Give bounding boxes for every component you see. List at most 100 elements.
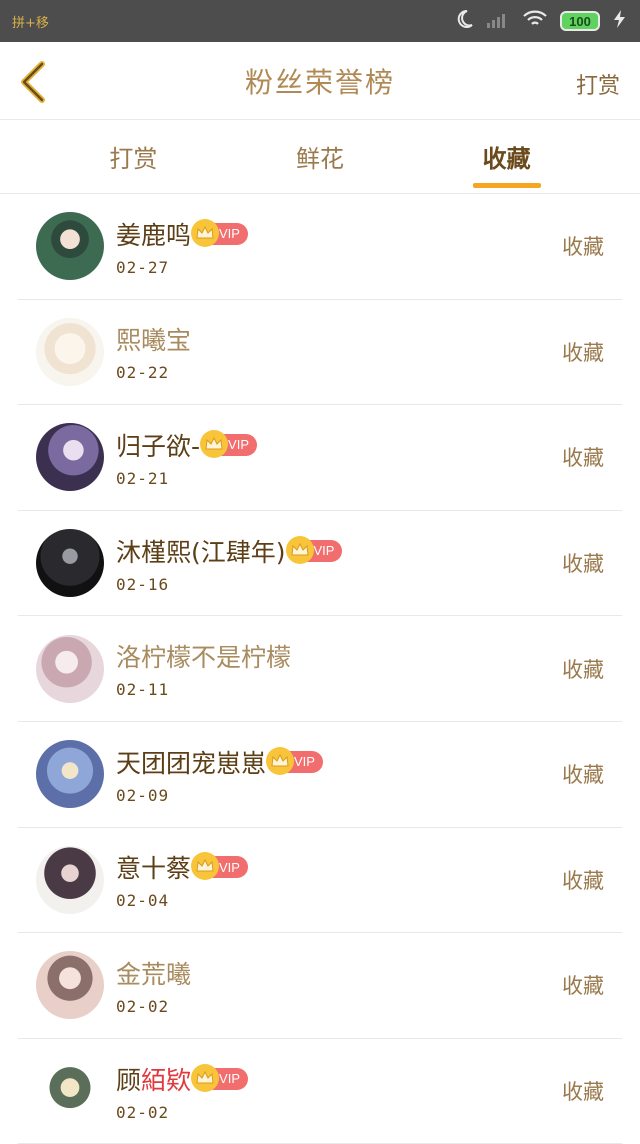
favorite-label: 收藏 bbox=[562, 340, 604, 365]
user-name: 顾絔欵 bbox=[116, 1061, 191, 1097]
user-name: 意十蔡 bbox=[116, 854, 192, 884]
list-item[interactable]: 意十蔡 VIP 02-04 收藏 bbox=[18, 828, 622, 934]
favorite-label: 收藏 bbox=[562, 446, 604, 471]
list-item[interactable]: 顾絔欵 VIP 02-02 收藏 bbox=[18, 1039, 622, 1144]
avatar[interactable] bbox=[36, 951, 104, 1020]
favorite-date: 02-02 bbox=[116, 996, 170, 1016]
list-item-info: 顾絔欵 VIP 02-02 bbox=[116, 1061, 248, 1122]
favorite-date: 02-09 bbox=[116, 785, 170, 805]
tab-flowers[interactable]: 鲜花 bbox=[286, 120, 354, 194]
wifi-icon bbox=[522, 9, 548, 33]
list-item-info: 意十蔡 VIP 02-04 bbox=[116, 849, 248, 910]
vip-badge: VIP bbox=[191, 852, 248, 881]
name-line: 金荒曦 bbox=[116, 955, 191, 991]
user-name: 熙曦宝 bbox=[116, 326, 192, 356]
avatar[interactable] bbox=[36, 634, 104, 703]
list-item-info: 洛柠檬不是柠檬 02-11 bbox=[116, 638, 291, 699]
crown-icon bbox=[191, 1063, 220, 1092]
avatar[interactable] bbox=[36, 845, 104, 914]
carrier-label: 拼+移 bbox=[12, 15, 49, 31]
nav-bar: 粉丝荣誉榜 打赏 bbox=[0, 42, 640, 120]
list-item-info: 金荒曦 02-02 bbox=[116, 955, 191, 1016]
favorite-label: 收藏 bbox=[562, 763, 604, 788]
favorite-label: 收藏 bbox=[562, 235, 604, 260]
user-name-highlight: 絔欵 bbox=[141, 1065, 192, 1095]
list-item-info: 姜鹿鸣 VIP 02-27 bbox=[116, 216, 248, 277]
crown-icon bbox=[191, 218, 220, 247]
charging-icon bbox=[612, 9, 628, 33]
crown-icon bbox=[200, 429, 229, 458]
vip-label: VIP bbox=[219, 226, 240, 242]
favorite-label: 收藏 bbox=[562, 974, 604, 999]
user-name: 沐槿熙(江肆年) bbox=[116, 537, 286, 567]
list-item-info: 熙曦宝 02-22 bbox=[116, 321, 191, 382]
vip-badge: VIP bbox=[191, 1063, 248, 1092]
name-line: 意十蔡 VIP bbox=[116, 849, 248, 885]
avatar[interactable] bbox=[36, 529, 104, 598]
fan-list: 姜鹿鸣 VIP 02-27 收藏 熙曦宝 02-22 收藏 归子欲- VIP 0… bbox=[18, 194, 622, 1144]
favorite-label: 收藏 bbox=[562, 657, 604, 682]
signal-icon bbox=[486, 9, 510, 33]
back-arrow-icon[interactable] bbox=[16, 60, 50, 104]
name-line: 熙曦宝 bbox=[116, 321, 191, 357]
vip-badge: VIP bbox=[200, 429, 257, 458]
vip-label: VIP bbox=[313, 543, 335, 559]
favorite-date: 02-11 bbox=[116, 680, 170, 700]
status-icons: 100 bbox=[454, 9, 628, 33]
user-name-plain: 顾 bbox=[116, 1065, 142, 1095]
list-item-info: 沐槿熙(江肆年) VIP 02-16 bbox=[116, 533, 343, 594]
avatar[interactable] bbox=[36, 1057, 104, 1126]
name-line: 天团团宠崽崽 VIP bbox=[116, 744, 323, 780]
favorite-label: 收藏 bbox=[562, 552, 604, 577]
favorite-date: 02-02 bbox=[116, 1102, 170, 1122]
list-item[interactable]: 金荒曦 02-02 收藏 bbox=[18, 933, 622, 1039]
status-bar: 拼+移 100 bbox=[0, 0, 640, 42]
favorite-date: 02-16 bbox=[116, 574, 170, 594]
favorite-date: 02-22 bbox=[116, 363, 170, 383]
vip-label: VIP bbox=[219, 859, 240, 875]
list-item-info: 归子欲- VIP 02-21 bbox=[116, 427, 257, 488]
vip-badge: VIP bbox=[191, 218, 248, 247]
vip-label: VIP bbox=[228, 437, 249, 453]
name-line: 归子欲- VIP bbox=[116, 427, 257, 463]
tab-bar: 打赏 鲜花 收藏 bbox=[0, 120, 640, 194]
battery-indicator: 100 bbox=[560, 11, 600, 31]
crown-icon bbox=[285, 535, 314, 564]
list-item-info: 天团团宠崽崽 VIP 02-09 bbox=[116, 744, 323, 805]
list-item[interactable]: 洛柠檬不是柠檬 02-11 收藏 bbox=[18, 616, 622, 722]
name-line: 顾絔欵 VIP bbox=[116, 1061, 248, 1097]
reward-link[interactable]: 打赏 bbox=[576, 68, 620, 100]
avatar[interactable] bbox=[36, 740, 104, 809]
list-item[interactable]: 沐槿熙(江肆年) VIP 02-16 收藏 bbox=[18, 511, 622, 617]
avatar[interactable] bbox=[36, 212, 104, 281]
name-line: 沐槿熙(江肆年) VIP bbox=[116, 533, 343, 569]
user-name: 洛柠檬不是柠檬 bbox=[116, 643, 292, 673]
favorite-date: 02-27 bbox=[116, 257, 170, 277]
favorite-date: 02-21 bbox=[116, 468, 170, 488]
favorite-label: 收藏 bbox=[562, 1080, 604, 1105]
vip-badge: VIP bbox=[285, 535, 343, 564]
list-item[interactable]: 归子欲- VIP 02-21 收藏 bbox=[18, 405, 622, 511]
vip-label: VIP bbox=[219, 1071, 240, 1087]
crown-icon bbox=[266, 746, 295, 775]
vip-label: VIP bbox=[294, 754, 315, 770]
list-item[interactable]: 天团团宠崽崽 VIP 02-09 收藏 bbox=[18, 722, 622, 828]
avatar[interactable] bbox=[36, 423, 104, 492]
name-line: 洛柠檬不是柠檬 bbox=[116, 638, 291, 674]
tab-reward[interactable]: 打赏 bbox=[99, 120, 167, 194]
page-title: 粉丝荣誉榜 bbox=[244, 65, 395, 99]
avatar[interactable] bbox=[36, 317, 104, 386]
list-item[interactable]: 姜鹿鸣 VIP 02-27 收藏 bbox=[18, 194, 622, 300]
user-name: 归子欲- bbox=[116, 431, 201, 461]
name-line: 姜鹿鸣 VIP bbox=[116, 216, 248, 252]
moon-icon bbox=[454, 9, 474, 33]
favorite-label: 收藏 bbox=[562, 868, 604, 893]
tab-favorites[interactable]: 收藏 bbox=[472, 120, 541, 194]
user-name: 天团团宠崽崽 bbox=[116, 748, 267, 778]
vip-badge: VIP bbox=[266, 746, 323, 775]
user-name: 金荒曦 bbox=[116, 959, 192, 989]
crown-icon bbox=[191, 852, 220, 881]
user-name: 姜鹿鸣 bbox=[116, 220, 192, 250]
list-item[interactable]: 熙曦宝 02-22 收藏 bbox=[18, 300, 622, 406]
favorite-date: 02-04 bbox=[116, 891, 170, 911]
